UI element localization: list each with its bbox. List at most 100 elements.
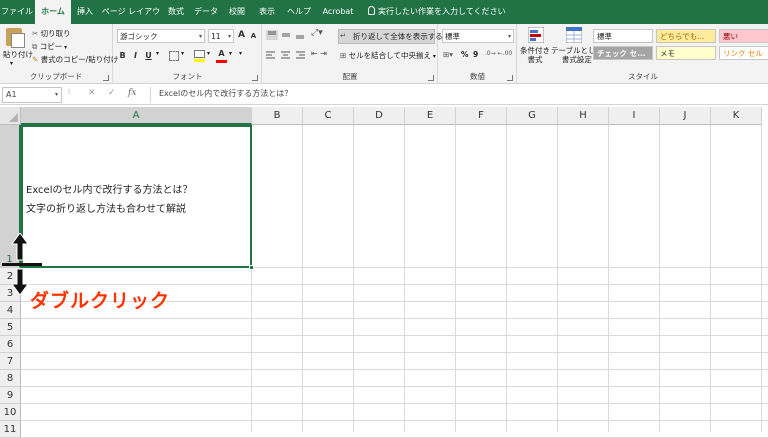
paste-dropdown-icon[interactable]: ▾ [10,60,13,67]
bold-button[interactable]: B [117,49,128,62]
row-header-9[interactable]: 9 [0,387,21,404]
number-launcher-icon[interactable] [507,75,513,81]
column-header-j[interactable]: J [660,107,711,125]
clipboard-group: 貼り付け ▾ ✂ 切り取り ⧉ コピー ▾ ✎ 書式のコピー/貼り付け クリップ… [0,24,118,84]
cut-button[interactable]: ✂ 切り取り [32,28,71,39]
column-header-i[interactable]: I [609,107,660,125]
fill-color-icon[interactable] [194,50,205,58]
font-name-select[interactable]: 游ゴシック ▾ [117,29,205,43]
currency-icon[interactable]: ⊞▾ [443,50,453,59]
cell-a1-line-2: 文字の折り返し方法も合わせて解説 [26,204,186,215]
alignment-group-label: 配置 [342,72,358,81]
font-launcher-icon[interactable] [252,75,258,81]
vertical-align-icons[interactable] [266,30,316,40]
cell-a1[interactable]: Excelのセル内で改行する方法とは？ 文字の折り返し方法も合わせて解説 [21,125,254,270]
row-header-6[interactable]: 6 [0,336,21,353]
tab-home[interactable]: ホーム [35,0,71,24]
shrink-font-button[interactable]: A [248,30,259,43]
style-cell-linked[interactable]: リンク セル [719,46,768,60]
clipboard-launcher-icon[interactable] [103,75,109,81]
column-header-c[interactable]: C [303,107,354,125]
paste-button[interactable]: 貼り付け [3,49,33,60]
merge-center-button[interactable]: ⊞ セルを結合して中央揃え ▾ [340,50,436,61]
chevron-down-icon: ▾ [227,33,231,40]
cell-a1-line-1: Excelのセル内で改行する方法とは？ [26,185,193,196]
style-cell-normal[interactable]: 標準 [593,29,653,43]
tab-file[interactable]: ファイル [0,0,34,24]
column-header-f[interactable]: F [456,107,507,125]
tab-review[interactable]: 校閲 [224,0,250,24]
fill-handle[interactable] [249,265,254,270]
column-header-g[interactable]: G [507,107,558,125]
font-group-label: フォント [172,72,203,81]
style-cell-note[interactable]: メモ [656,46,716,60]
underline-button[interactable]: U [143,49,154,62]
indent-icons[interactable]: ⇤ ⇥ [311,49,327,58]
tab-help[interactable]: ヘルプ [284,0,314,24]
more-icon: ⁞ [68,88,71,96]
number-format-select[interactable]: 標準 ▾ [442,29,514,43]
gridline-horizontal [21,352,768,353]
row-header-5[interactable]: 5 [0,319,21,336]
conditional-format-icon[interactable] [528,27,544,43]
tab-page-layout[interactable]: ページ レイアウト [100,0,162,40]
italic-button[interactable]: I [130,49,141,62]
tab-data[interactable]: データ [192,0,220,24]
alignment-group: ⤢▾ 折り返して全体を表示する ↵ ⇤ ⇥ ⊞ セルを結合して中央揃え ▾ 配置 [263,24,443,84]
column-header-a[interactable]: A [21,107,252,125]
percent-button[interactable]: % [461,50,469,59]
copy-button[interactable]: ⧉ コピー ▾ [32,41,67,52]
tab-formulas[interactable]: 数式 [164,0,188,24]
ribbon-tab-bar: ファイル ホーム 挿入 ページ レイアウト 数式 データ 校閲 表示 ヘルプ A… [0,0,768,40]
formula-input[interactable]: Excelのセル内で改行する方法とは？ [150,87,766,103]
column-header-k[interactable]: K [711,107,762,125]
fill-dropdown-icon[interactable]: ▾ [207,50,210,57]
row-header-8[interactable]: 8 [0,370,21,387]
style-cell-neutral[interactable]: どちらでも... [656,29,716,43]
column-header-b[interactable]: B [252,107,303,125]
gridline-horizontal [21,403,768,404]
brush-icon: ✎ [32,55,41,64]
style-cell-bad[interactable]: 悪い [719,29,768,43]
tab-insert[interactable]: 挿入 [72,0,98,24]
font-color-dropdown-icon[interactable]: ▾ [229,50,232,57]
decimal-icons[interactable]: .0→ ←.00 [485,50,512,57]
grow-font-button[interactable]: A [236,29,247,42]
row-header-10[interactable]: 10 [0,404,21,421]
horizontal-align-icons[interactable] [266,50,308,60]
column-header-d[interactable]: D [354,107,405,125]
chevron-down-icon: ▾ [54,91,58,98]
row-header-11[interactable]: 11 [0,421,21,438]
clipboard-group-label: クリップボード [29,72,83,81]
styles-group: 条件付き 書式 テーブルとして 書式設定 標準 どちらでも... 悪い チェック… [518,24,768,84]
font-size-select[interactable]: 11 ▾ [208,29,234,43]
wrap-text-button[interactable]: 折り返して全体を表示する [338,29,443,44]
column-header-h[interactable]: H [558,107,609,125]
underline-dropdown-icon[interactable]: ▾ [156,50,159,57]
paste-icon[interactable] [6,28,25,48]
tell-me-search[interactable]: 実行したい作業を入力してください [368,0,506,24]
conditional-format-button[interactable]: 条件付き 書式 [520,46,550,64]
style-cell-check[interactable]: チェック セ... [593,46,653,60]
borders-icon[interactable] [169,51,179,61]
row-header-7[interactable]: 7 [0,353,21,370]
select-all-button[interactable] [0,107,21,125]
tab-view[interactable]: 表示 [254,0,280,24]
enter-icon[interactable]: ✓ [108,88,116,98]
comma-button[interactable]: 9 [473,50,478,59]
phonetic-dropdown-icon[interactable]: ▾ [239,50,242,57]
orientation-icon[interactable]: ⤢▾ [311,28,323,38]
font-color-button[interactable]: A [216,47,227,60]
name-box[interactable]: A1 ▾ [2,87,62,103]
column-header-e[interactable]: E [405,107,456,125]
styles-group-label: スタイル [628,72,658,81]
format-painter-button[interactable]: ✎ 書式のコピー/貼り付け [32,54,118,65]
alignment-launcher-icon[interactable] [428,75,434,81]
insert-function-icon[interactable]: fx [128,88,136,98]
borders-dropdown-icon[interactable]: ▾ [181,50,184,57]
format-as-table-icon[interactable] [566,27,582,43]
cancel-icon[interactable]: ✕ [88,88,96,98]
fill-color-swatch [194,59,205,62]
tab-acrobat[interactable]: Acrobat [318,0,358,24]
row-header-4[interactable]: 4 [0,302,21,319]
